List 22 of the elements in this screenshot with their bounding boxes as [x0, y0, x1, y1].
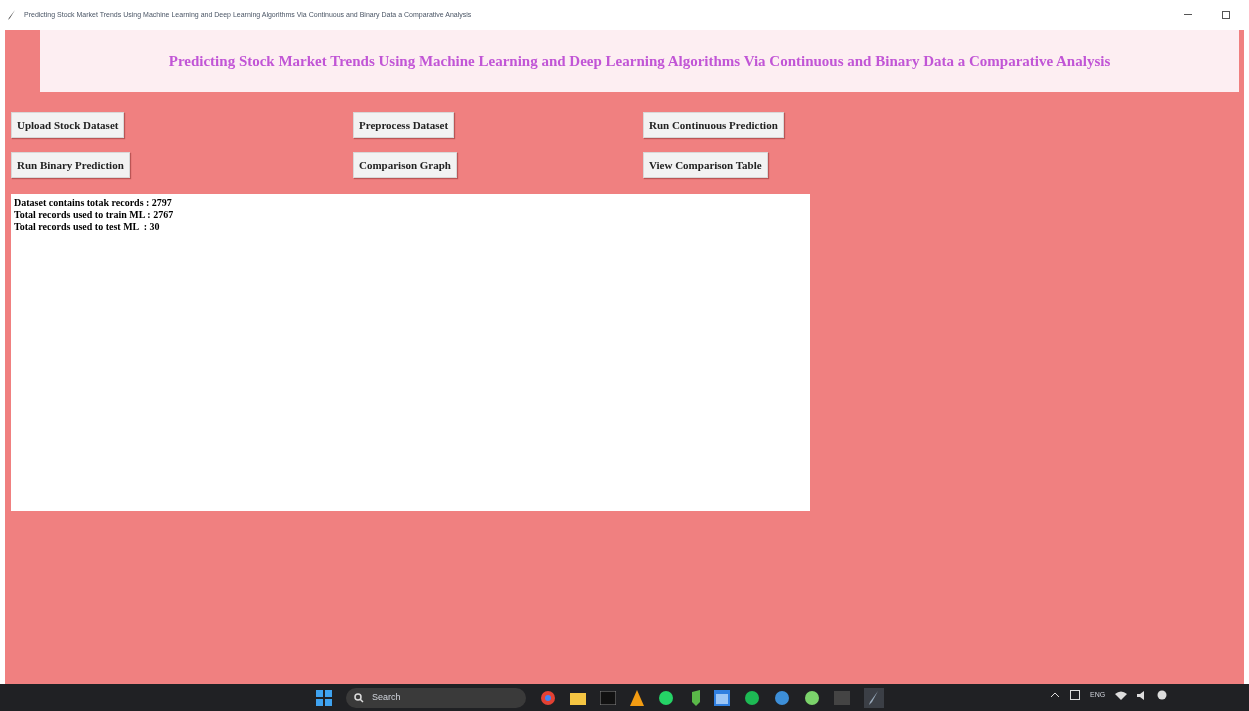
- browser-icon[interactable]: [540, 690, 556, 706]
- action-button[interactable]: Run Continuous Prediction: [643, 112, 784, 138]
- action-button[interactable]: Upload Stock Dataset: [11, 112, 125, 138]
- folder-icon[interactable]: [570, 691, 586, 705]
- app-heading: Predicting Stock Market Trends Using Machine Learning and Deep Learning Algorithms Via Continuous and Binary Data a Comparative Analysis: [40, 30, 1239, 92]
- output-line: Dataset contains totak records : 2797: [14, 197, 173, 209]
- action-button[interactable]: View Comparison Table: [643, 152, 768, 178]
- action-button[interactable]: Comparison Graph: [353, 152, 457, 178]
- circle-app-icon[interactable]: [774, 690, 790, 706]
- taskbar-search-field[interactable]: Search: [346, 688, 526, 708]
- minimize-icon[interactable]: [1184, 14, 1192, 16]
- cone-icon[interactable]: [630, 690, 644, 706]
- search-icon: [354, 693, 364, 703]
- wifi-icon[interactable]: [1115, 690, 1128, 700]
- output-text-area[interactable]: Dataset contains totak records : 2797 Total records used to train ML : 2767 Total records used to test ML : 30: [11, 194, 810, 511]
- maximize-icon[interactable]: [1222, 11, 1230, 19]
- action-button[interactable]: Run Binary Prediction: [11, 152, 130, 178]
- output-line: Total records used to train ML : 2767: [14, 209, 175, 221]
- action-button[interactable]: Preprocess Dataset: [353, 112, 455, 138]
- chevron-up-icon[interactable]: [1050, 692, 1060, 699]
- output-line: Total records used to test ML : 30: [14, 221, 161, 233]
- windows-start-icon[interactable]: [316, 690, 332, 706]
